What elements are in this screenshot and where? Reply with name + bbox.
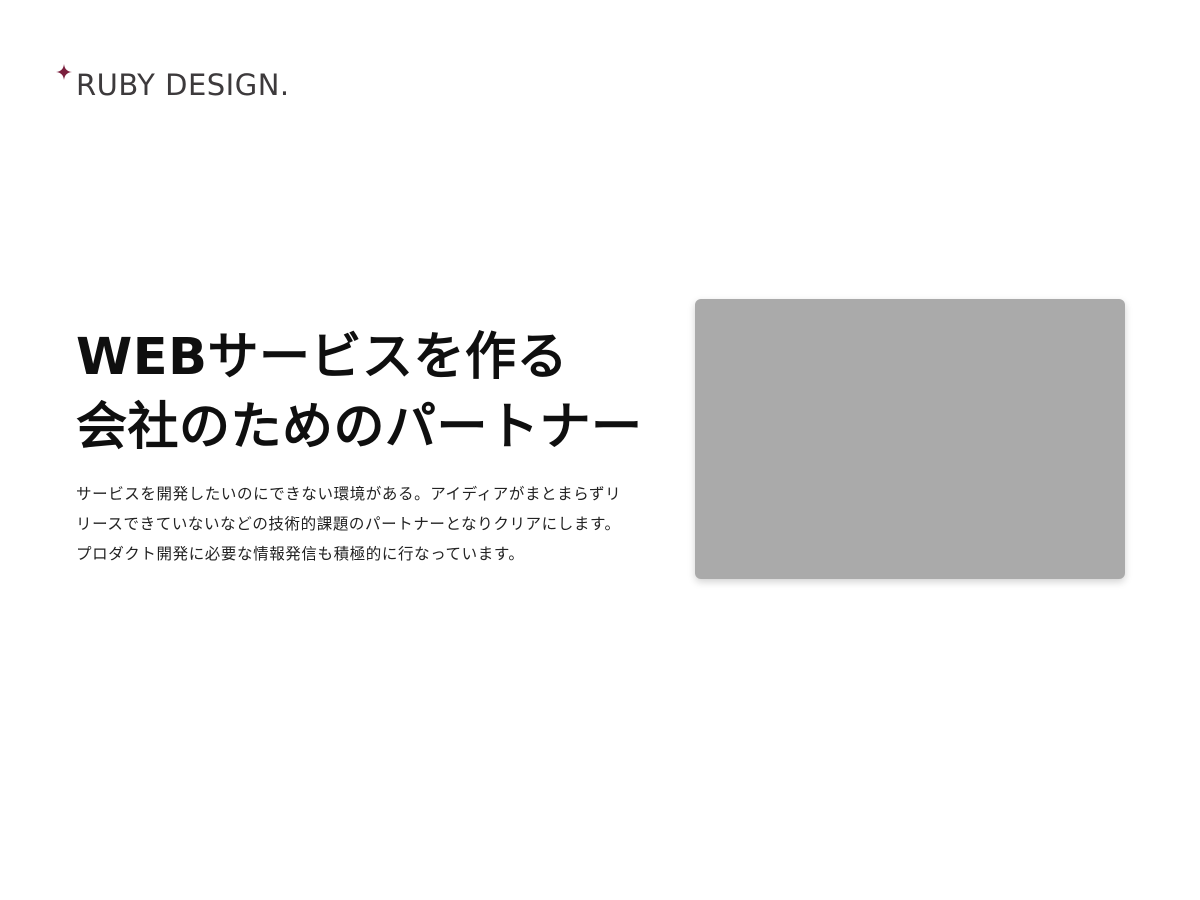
hero-section: WEBサービスを作る 会社のためのパートナー サービスを開発したいのにできない環… [76, 323, 656, 569]
hero-image-placeholder [695, 299, 1125, 579]
sparkle-star-icon [56, 64, 72, 80]
hero-description-line-1: サービスを開発したいのにできない環境がある。アイディアがまとまらずリ [76, 485, 622, 503]
brand-name: RUBY DESIGN. [76, 68, 290, 102]
hero-description-line-2: リースできていないなどの技術的課題のパートナーとなりクリアにします。 [76, 515, 621, 533]
hero-description: サービスを開発したいのにできない環境がある。アイディアがまとまらずリ リースでき… [76, 479, 656, 569]
hero-headline: WEBサービスを作る 会社のためのパートナー [76, 323, 656, 463]
hero-description-line-3: プロダクト開発に必要な情報発信も積極的に行なっています。 [76, 545, 525, 563]
hero-headline-line-1: WEBサービスを作る [76, 328, 568, 387]
hero-headline-line-2: 会社のためのパートナー [76, 398, 643, 457]
brand-logo[interactable]: RUBY DESIGN. [56, 62, 290, 102]
